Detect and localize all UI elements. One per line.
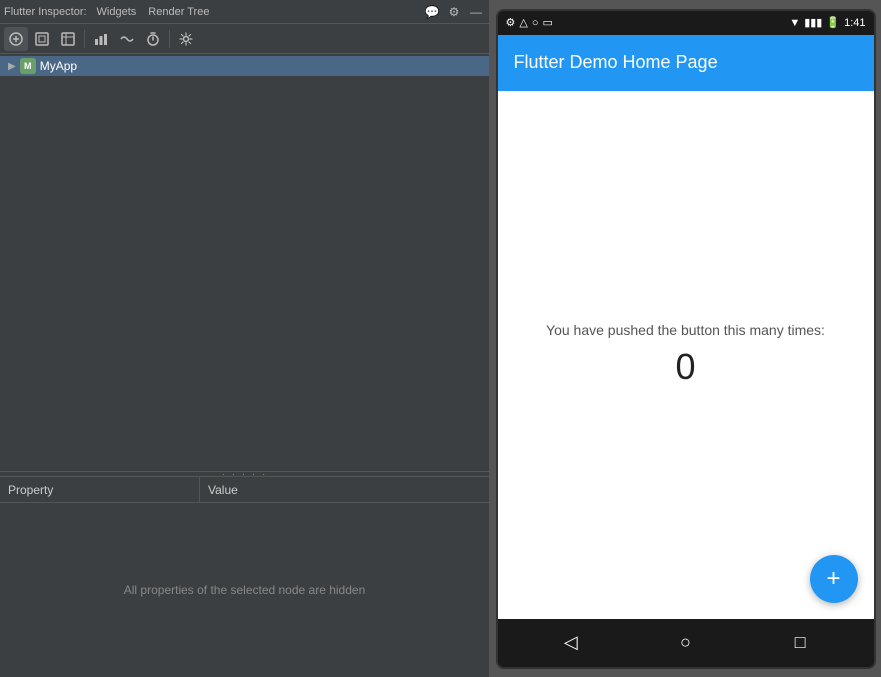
back-button[interactable]: ◁ [551,623,591,663]
minimize-icon[interactable]: — [467,3,485,21]
wifi-icon: ▼ [789,17,800,29]
time-display: 1:41 [844,17,865,29]
performance-button[interactable] [89,27,113,51]
top-bar: Flutter Inspector: Widgets Render Tree 💬… [0,0,489,24]
tab-widgets[interactable]: Widgets [91,4,143,20]
recent-icon: □ [795,632,806,653]
tab-render-tree[interactable]: Render Tree [142,4,215,20]
tree-arrow: ▶ [8,61,16,72]
property-column-header: Property [0,477,200,502]
properties-empty-message: All properties of the selected node are … [0,503,489,677]
topbar-icons: 💬 ⚙ — [423,3,485,21]
fab-plus-icon: + [826,565,840,593]
fab-button[interactable]: + [810,555,858,603]
message-icon[interactable]: 💬 [423,3,441,21]
properties-header: Property Value [0,477,489,503]
status-bar: ⚙ △ ○ ▭ ▼ ▮▮▮ 🔋 1:41 [498,11,874,35]
left-panel: Flutter Inspector: Widgets Render Tree 💬… [0,0,490,677]
widget-mode-button[interactable] [30,27,54,51]
tree-item-myapp[interactable]: ▶ M MyApp [0,56,489,76]
back-icon: ◁ [564,632,578,653]
empty-message-text: All properties of the selected node are … [124,583,366,597]
toolbar-separator-2 [169,30,170,48]
home-button[interactable]: ○ [665,623,705,663]
nav-bar: ◁ ○ □ [498,619,874,667]
settings-status-icon: ⚙ [506,16,516,29]
phone-frame: ⚙ △ ○ ▭ ▼ ▮▮▮ 🔋 1:41 Flutter Demo Home P… [496,9,876,669]
tree-item-label: MyApp [40,59,77,73]
widget-tree[interactable]: ▶ M MyApp [0,54,489,471]
recent-button[interactable]: □ [780,623,820,663]
settings-icon[interactable]: ⚙ [445,3,463,21]
counter-value: 0 [675,346,695,388]
circle-status-icon: ○ [532,17,539,29]
toolbar [0,24,489,54]
more-settings-button[interactable] [174,27,198,51]
timer-button[interactable] [141,27,165,51]
status-bar-left: ⚙ △ ○ ▭ [506,16,553,29]
counter-label: You have pushed the button this many tim… [546,322,825,338]
select-mode-button[interactable] [4,27,28,51]
flutter-inspector-label: Flutter Inspector: [4,6,87,18]
app-bar: Flutter Demo Home Page [498,35,874,91]
battery-icon: 🔋 [826,16,840,29]
right-panel: ⚙ △ ○ ▭ ▼ ▮▮▮ 🔋 1:41 Flutter Demo Home P… [490,0,881,677]
properties-panel: Property Value All properties of the sel… [0,477,489,677]
tree-item-icon: M [20,58,36,74]
home-icon: ○ [680,632,691,653]
status-bar-right: ▼ ▮▮▮ 🔋 1:41 [789,16,865,29]
value-column-header: Value [200,477,489,502]
signal-icon: ▮▮▮ [804,16,822,29]
warning-status-icon: △ [519,16,527,29]
timeline-button[interactable] [115,27,139,51]
battery-status-icon: ▭ [543,16,553,29]
app-content: You have pushed the button this many tim… [498,91,874,619]
render-mode-button[interactable] [56,27,80,51]
app-bar-title: Flutter Demo Home Page [514,52,718,73]
toolbar-separator-1 [84,30,85,48]
